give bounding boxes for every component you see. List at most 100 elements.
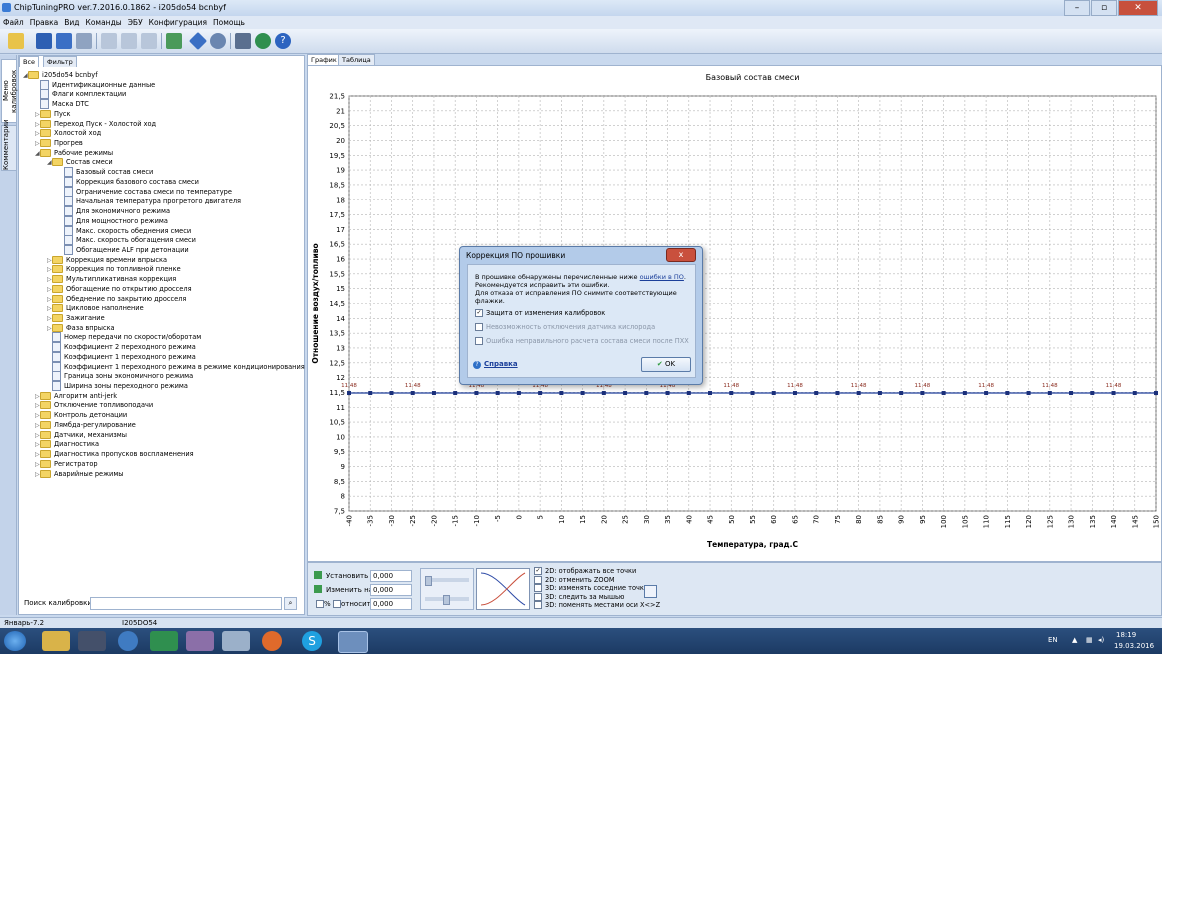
tree-item[interactable]: Ограничение состава смеси по температуре: [59, 186, 232, 197]
data-point[interactable]: [601, 391, 606, 396]
display-option[interactable]: 3D: поменять местами оси X<>Z: [534, 601, 660, 610]
help-icon[interactable]: ?: [275, 33, 291, 49]
tree-item[interactable]: ▷ Прогрев: [35, 138, 83, 148]
data-point[interactable]: [1090, 391, 1095, 396]
tree-item[interactable]: ▷ Алгоритм anti-jerk: [35, 391, 117, 401]
network-icon[interactable]: ▦: [1086, 636, 1093, 644]
tree-item[interactable]: Коэффициент 2 переходного режима: [47, 342, 196, 353]
data-point[interactable]: [941, 391, 946, 396]
horizontal-slider[interactable]: [425, 576, 432, 586]
data-point[interactable]: [814, 391, 819, 396]
data-point[interactable]: [1047, 391, 1052, 396]
tree-item[interactable]: ▷ Переход Пуск - Холостой ход: [35, 119, 156, 129]
paint-icon[interactable]: [222, 631, 250, 651]
menu-commands[interactable]: Команды: [83, 16, 125, 29]
clock-date[interactable]: 19.03.2016: [1114, 642, 1154, 650]
compare-icon[interactable]: [166, 33, 182, 49]
help-link[interactable]: ? Справка: [473, 360, 518, 369]
apply-set-icon[interactable]: [314, 571, 322, 579]
volume-icon[interactable]: ◂): [1098, 636, 1104, 644]
vertical-slider[interactable]: [443, 595, 450, 605]
tree-item[interactable]: Коррекция базового состава смеси: [59, 176, 199, 187]
display-option[interactable]: ✓ 2D: отображать все точки: [534, 567, 636, 575]
relative-checkbox[interactable]: [333, 600, 341, 608]
tree-item[interactable]: ▷ Контроль детонации: [35, 410, 127, 420]
help-link-text[interactable]: Справка: [484, 360, 518, 368]
data-point[interactable]: [877, 391, 882, 396]
data-point[interactable]: [984, 391, 989, 396]
data-point[interactable]: [708, 391, 713, 396]
tab-table[interactable]: Таблица: [338, 54, 375, 65]
copy-icon[interactable]: [101, 33, 117, 49]
tree-item[interactable]: ▷ Пуск: [35, 109, 70, 119]
tree-item[interactable]: Коэффициент 1 переходного режима: [47, 351, 196, 362]
tray-arrow-icon[interactable]: ▲: [1072, 636, 1077, 644]
data-point[interactable]: [962, 391, 967, 396]
percent-checkbox[interactable]: [316, 600, 324, 608]
tools-icon[interactable]: [235, 33, 251, 49]
firefox-icon[interactable]: [262, 631, 282, 651]
check-mixture-calculation[interactable]: Ошибка неправильного расчета состава сме…: [475, 337, 689, 346]
tree-item[interactable]: ▷ Холостой ход: [35, 128, 101, 138]
tree-item[interactable]: Идентификационные данные: [35, 79, 155, 90]
tree-item[interactable]: ▷ Аварийные режимы: [35, 469, 124, 479]
relative-value-input[interactable]: 0,000: [370, 598, 412, 610]
data-point[interactable]: [920, 391, 925, 396]
browser-icon[interactable]: [118, 631, 138, 651]
data-point[interactable]: [1154, 391, 1158, 396]
tab-comments[interactable]: Комментарии: [1, 119, 17, 171]
tree-item[interactable]: ▷ Отключение топливоподачи: [35, 400, 153, 410]
app-icon[interactable]: [186, 631, 214, 651]
data-point[interactable]: [453, 391, 458, 396]
ok-button[interactable]: ✔ OK: [641, 357, 691, 372]
minimize-button[interactable]: –: [1064, 0, 1090, 16]
tree-item[interactable]: ▷ Диагностика пропусков воспламенения: [35, 449, 194, 459]
maximize-button[interactable]: ▫: [1091, 0, 1117, 16]
data-point[interactable]: [474, 391, 479, 396]
save-icon[interactable]: [36, 33, 52, 49]
data-point[interactable]: [389, 391, 394, 396]
tree-item[interactable]: ▷ Диагностика: [35, 439, 99, 449]
tree-item[interactable]: Граница зоны экономичного режима: [47, 371, 193, 382]
tree-item[interactable]: ▷ Цикловое наполнение: [47, 303, 144, 313]
check-oxygen-sensor[interactable]: Невозможность отключения датчика кислоро…: [475, 323, 655, 332]
save-as-icon[interactable]: [56, 33, 72, 49]
data-point[interactable]: [538, 391, 543, 396]
explorer-icon[interactable]: [42, 631, 70, 651]
tree-item[interactable]: Базовый состав смеси: [59, 167, 153, 178]
curve-preview-icon[interactable]: [476, 568, 530, 610]
chiptuning-taskbar-icon[interactable]: [338, 631, 368, 653]
tree-item[interactable]: Обогащение ALF при детонации: [59, 244, 189, 255]
change-value-input[interactable]: 0,000: [370, 584, 412, 596]
tree-item[interactable]: Начальная температура прогретого двигате…: [59, 196, 241, 207]
tab-calibration-menu[interactable]: Меню калибровок: [1, 59, 18, 123]
tree-item[interactable]: ▷ Фаза впрыска: [47, 323, 115, 333]
data-point[interactable]: [1026, 391, 1031, 396]
menu-configuration[interactable]: Конфигурация: [146, 16, 210, 29]
menu-help[interactable]: Помощь: [210, 16, 248, 29]
set-value-input[interactable]: 0,000: [370, 570, 412, 582]
tree-item[interactable]: Флаги комплектации: [35, 89, 126, 100]
data-point[interactable]: [516, 391, 521, 396]
display-option[interactable]: 3D: изменять соседние точки: [534, 584, 648, 593]
data-point[interactable]: [495, 391, 500, 396]
start-button[interactable]: [4, 631, 26, 651]
data-point[interactable]: [559, 391, 564, 396]
paste-icon[interactable]: [121, 33, 137, 49]
search-icon[interactable]: ⌕: [284, 597, 297, 610]
search-input[interactable]: [90, 597, 282, 610]
menu-ecu[interactable]: ЭБУ: [125, 16, 146, 29]
data-point[interactable]: [665, 391, 670, 396]
data-point[interactable]: [1111, 391, 1116, 396]
data-point[interactable]: [644, 391, 649, 396]
media-icon[interactable]: [78, 631, 106, 651]
tree-item[interactable]: Коэффициент 1 переходного режима в режим…: [47, 361, 305, 372]
skype-icon[interactable]: S: [302, 631, 322, 651]
tree-item[interactable]: Для экономичного режима: [59, 206, 170, 217]
tree-item[interactable]: ◢ i205do54 bcnbyf: [23, 70, 98, 80]
grid-table-icon[interactable]: [644, 585, 657, 598]
tree-item[interactable]: Макс. скорость обеднения смеси: [59, 225, 191, 236]
tree-tab-filter[interactable]: Фильтр: [43, 56, 77, 67]
display-option[interactable]: 2D: отменить ZOOM: [534, 575, 615, 584]
data-point[interactable]: [792, 391, 797, 396]
